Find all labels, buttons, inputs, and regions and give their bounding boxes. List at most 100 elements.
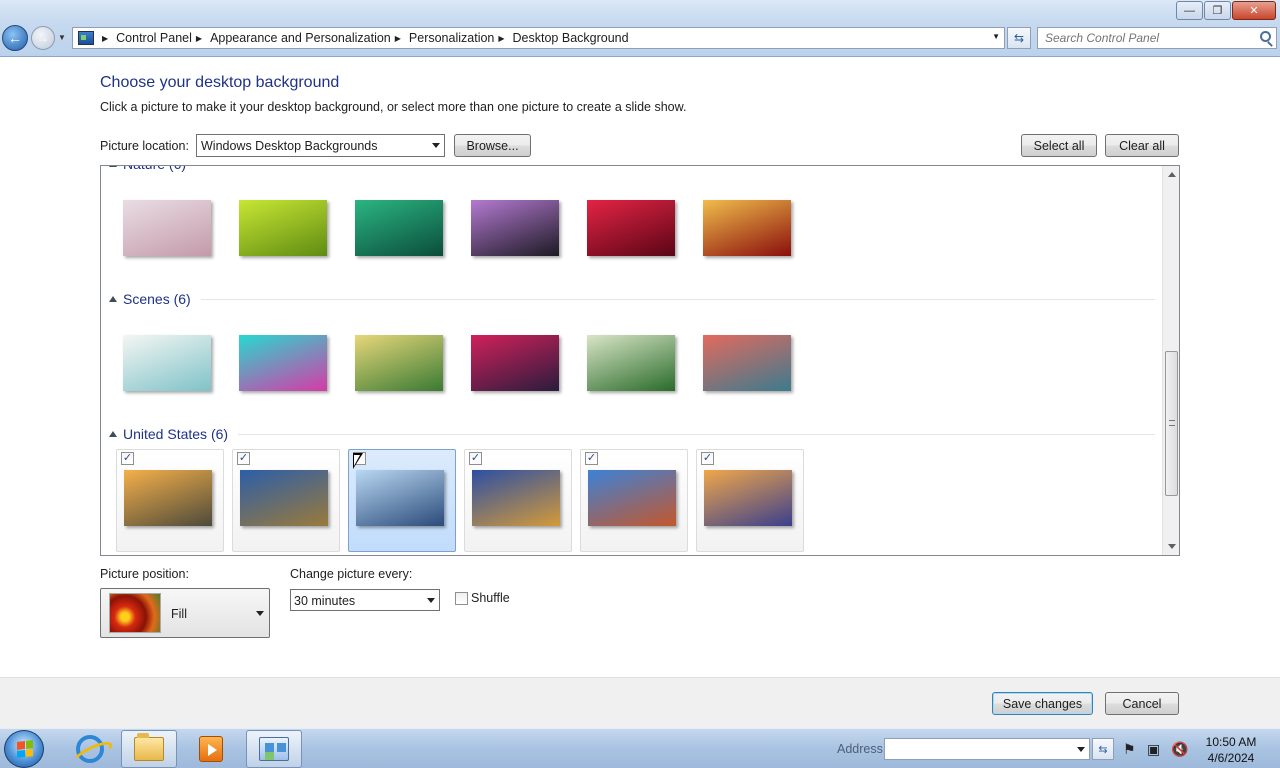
gallery-group-header[interactable]: Nature (6) (109, 166, 1155, 172)
taskbar-media-player[interactable] (183, 730, 239, 768)
breadcrumb-control-panel[interactable]: Control Panel (116, 31, 192, 45)
taskbar-control-panel[interactable] (246, 730, 302, 768)
crystal-city-wallpaper-icon[interactable] (239, 335, 327, 391)
volume-muted-icon[interactable]: 🔇 (1171, 741, 1188, 758)
wallpaper-tile[interactable]: ✓ (580, 449, 688, 552)
collapse-triangle-icon[interactable] (109, 296, 117, 302)
breadcrumb-separator-icon[interactable]: ▶ (498, 34, 504, 43)
picture-location-select[interactable]: Windows Desktop Backgrounds (196, 134, 445, 157)
refresh-button[interactable]: ⇆ (1007, 27, 1031, 49)
breadcrumb-desktop-background[interactable]: Desktop Background (513, 31, 629, 45)
network-icon[interactable]: ▣ (1147, 741, 1160, 758)
scrollbar-thumb[interactable] (1165, 351, 1178, 496)
wallpaper-tile[interactable] (116, 187, 224, 290)
wallpaper-tile[interactable] (464, 322, 572, 425)
purple-orbs-wallpaper-icon[interactable] (471, 335, 559, 391)
forward-button[interactable]: → (31, 26, 55, 50)
wallpaper-tile[interactable] (580, 187, 688, 290)
wallpaper-checkbox[interactable]: ✓ (237, 452, 250, 465)
breadcrumb-separator-icon[interactable]: ▶ (395, 34, 401, 43)
fantasy-garden-wallpaper-icon[interactable] (355, 335, 443, 391)
cancel-button[interactable]: Cancel (1105, 692, 1179, 715)
flowers-sketch-wallpaper-icon[interactable] (123, 335, 211, 391)
breadcrumb-appearance[interactable]: Appearance and Personalization (210, 31, 391, 45)
address-bar[interactable]: ▶ Control Panel ▶ Appearance and Persona… (72, 27, 1005, 49)
save-changes-button[interactable]: Save changes (992, 692, 1093, 715)
red-dahlia-wallpaper-icon[interactable] (587, 200, 675, 256)
green-succulent-wallpaper-icon[interactable] (239, 200, 327, 256)
breadcrumb-personalization[interactable]: Personalization (409, 31, 494, 45)
sea-rock-wallpaper-icon[interactable] (356, 470, 444, 526)
abstract-pieces-wallpaper-icon[interactable] (703, 335, 791, 391)
wallpaper-tile[interactable]: ✓ (696, 449, 804, 552)
wallpaper-tile[interactable] (464, 187, 572, 290)
dandelion-wallpaper-icon[interactable] (123, 200, 211, 256)
taskbar-address-input[interactable] (884, 738, 1090, 760)
wallpaper-tile[interactable] (580, 322, 688, 425)
gallery-group-header[interactable]: United States (6) (109, 426, 1155, 442)
collapse-triangle-icon[interactable] (109, 431, 117, 437)
wallpaper-tile[interactable] (116, 322, 224, 425)
maximize-button[interactable]: ❐ (1204, 1, 1231, 20)
taskbar-address-go-button[interactable]: ⇆ (1092, 738, 1114, 760)
meadow-path-wallpaper-icon[interactable] (587, 335, 675, 391)
taskbar-internet-explorer[interactable] (62, 730, 118, 768)
breadcrumb-separator-icon[interactable]: ▶ (196, 34, 202, 43)
wallpaper-tile[interactable]: ✓ (464, 449, 572, 552)
group-name[interactable]: Nature (6) (123, 166, 186, 172)
group-name[interactable]: United States (6) (123, 426, 228, 442)
browse-button[interactable]: Browse... (454, 134, 531, 157)
taskbar-file-explorer[interactable] (121, 730, 177, 768)
action-center-flag-icon[interactable]: ⚑ (1123, 741, 1136, 758)
clear-all-button[interactable]: Clear all (1105, 134, 1179, 157)
wallpaper-tile[interactable] (348, 322, 456, 425)
sunset-valley-wallpaper-icon[interactable] (124, 470, 212, 526)
scroll-up-icon[interactable] (1168, 172, 1176, 177)
wallpaper-tile[interactable]: ✓ (232, 449, 340, 552)
wallpaper-tile[interactable] (232, 187, 340, 290)
gallery-group-header[interactable]: Scenes (6) (109, 291, 1155, 307)
purple-thistle-wallpaper-icon[interactable] (471, 200, 559, 256)
gallery-scrollbar[interactable] (1162, 166, 1179, 555)
shuffle-label[interactable]: Shuffle (471, 591, 510, 605)
group-name[interactable]: Scenes (6) (123, 291, 191, 307)
wallpaper-tile[interactable] (232, 322, 340, 425)
change-interval-select[interactable]: 30 minutes (290, 589, 440, 611)
back-button[interactable]: ← (2, 25, 28, 51)
wallpaper-checkbox[interactable]: ✓ (469, 452, 482, 465)
wallpaper-gallery[interactable]: Nature (6) Scenes (6) United States (6) ✓ ✓ ✓… (100, 165, 1180, 556)
search-box[interactable] (1037, 27, 1277, 49)
wallpaper-tile[interactable]: ✓ (348, 449, 456, 552)
minimize-button[interactable]: — (1176, 1, 1203, 20)
close-button[interactable]: ✕ (1232, 1, 1276, 20)
address-history-dropdown[interactable]: ▼ (992, 32, 1000, 41)
wallpaper-tile[interactable] (696, 187, 804, 290)
refresh-icon: ⇆ (1013, 31, 1025, 45)
search-icon[interactable] (1260, 31, 1271, 42)
green-leaves-wallpaper-icon[interactable] (355, 200, 443, 256)
breadcrumb-separator-icon[interactable]: ▶ (102, 34, 108, 43)
search-input[interactable] (1038, 28, 1248, 48)
wallpaper-checkbox[interactable]: ✓ (701, 452, 714, 465)
lighthouse-wallpaper-icon[interactable] (240, 470, 328, 526)
picture-position-select[interactable]: Fill (100, 588, 270, 638)
system-clock[interactable]: 10:50 AM 4/6/2024 (1200, 734, 1262, 766)
select-all-button[interactable]: Select all (1021, 134, 1097, 157)
delicate-arch-wallpaper-icon[interactable] (588, 470, 676, 526)
recent-pages-dropdown[interactable]: ▼ (58, 33, 66, 42)
dialog-footer: Save changes Cancel (0, 677, 1280, 728)
autumn-leaves-wallpaper-icon[interactable] (703, 200, 791, 256)
scroll-down-icon[interactable] (1168, 544, 1176, 549)
chevron-down-icon[interactable] (1077, 747, 1085, 752)
wallpaper-checkbox[interactable]: ✓ (585, 452, 598, 465)
collapse-triangle-icon[interactable] (109, 166, 117, 167)
wallpaper-checkbox[interactable]: ✓ (121, 452, 134, 465)
shuffle-checkbox[interactable] (455, 592, 468, 605)
start-button[interactable] (4, 730, 44, 768)
hay-bale-wallpaper-icon[interactable] (472, 470, 560, 526)
lupine-lake-wallpaper-icon[interactable] (704, 470, 792, 526)
position-preview-thumbnail (109, 593, 161, 633)
wallpaper-tile[interactable] (696, 322, 804, 425)
wallpaper-tile[interactable] (348, 187, 456, 290)
wallpaper-tile[interactable]: ✓ (116, 449, 224, 552)
